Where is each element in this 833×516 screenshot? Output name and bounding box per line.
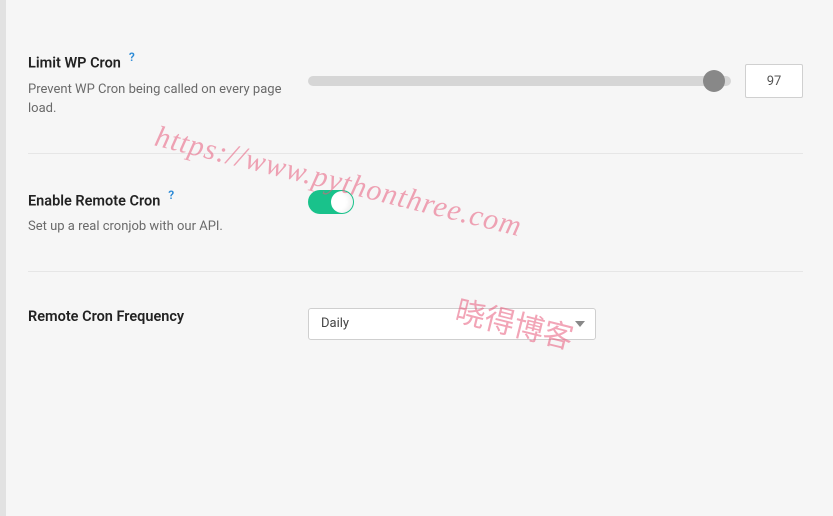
label-column: Enable Remote Cron ? Set up a real cronj…	[28, 188, 308, 237]
help-icon[interactable]: ?	[168, 188, 174, 202]
slider-thumb[interactable]	[703, 70, 725, 92]
control-column	[308, 188, 803, 214]
left-rail	[0, 0, 6, 516]
setting-description: Prevent WP Cron being called on every pa…	[28, 80, 308, 119]
setting-row-enable-remote-cron: Enable Remote Cron ? Set up a real cronj…	[28, 188, 803, 272]
chevron-down-icon	[575, 321, 585, 327]
slider-value-input[interactable]: 97	[745, 64, 803, 98]
setting-title: Enable Remote Cron	[28, 192, 160, 209]
select-value: Daily	[321, 316, 349, 331]
setting-title: Remote Cron Frequency	[28, 308, 184, 325]
help-icon[interactable]: ?	[129, 50, 135, 64]
setting-description: Set up a real cronjob with our API.	[28, 217, 308, 237]
setting-title: Limit WP Cron	[28, 54, 121, 71]
setting-row-limit-wp-cron: Limit WP Cron ? Prevent WP Cron being ca…	[28, 50, 803, 154]
control-column: 97	[308, 50, 803, 98]
remote-cron-frequency-select[interactable]: Daily	[308, 308, 596, 340]
settings-panel: Limit WP Cron ? Prevent WP Cron being ca…	[6, 0, 833, 516]
label-column: Limit WP Cron ? Prevent WP Cron being ca…	[28, 50, 308, 119]
enable-remote-cron-toggle[interactable]	[308, 190, 354, 214]
limit-wp-cron-slider[interactable]	[308, 76, 731, 86]
control-column: Daily	[308, 306, 803, 340]
setting-row-remote-cron-frequency: Remote Cron Frequency Daily	[28, 306, 803, 364]
label-column: Remote Cron Frequency	[28, 306, 308, 327]
toggle-knob	[331, 191, 353, 213]
